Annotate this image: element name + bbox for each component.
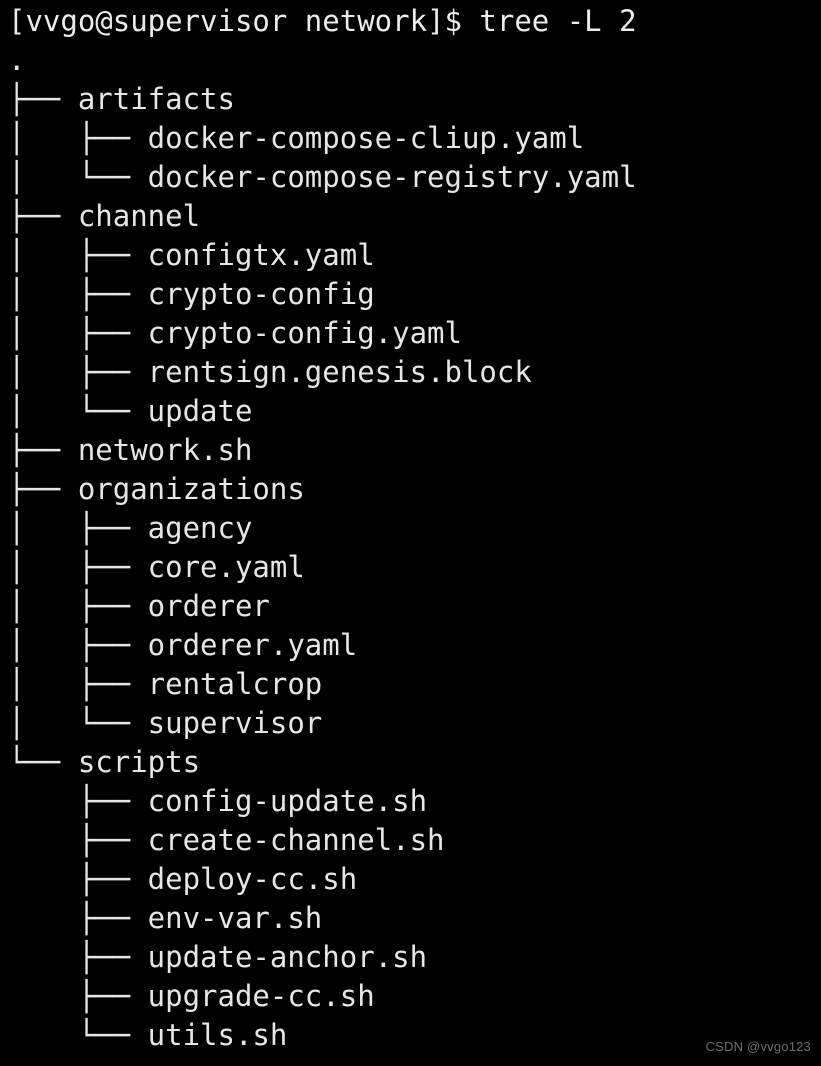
terminal-window[interactable]: [vvgo@supervisor network]$ tree -L 2 . ├… — [0, 0, 821, 1066]
tree-line: │ └── docker-compose-registry.yaml — [8, 160, 637, 194]
tree-line: │ ├── crypto-config.yaml — [8, 316, 462, 350]
tree-line: ├── deploy-cc.sh — [8, 862, 358, 896]
tree-line: ├── network.sh — [8, 433, 253, 467]
tree-line: │ └── supervisor — [8, 706, 323, 740]
tree-line: │ ├── core.yaml — [8, 550, 305, 584]
tree-line: │ ├── agency — [8, 511, 253, 545]
tree-line: ├── update-anchor.sh — [8, 940, 428, 974]
shell-prompt-line: [vvgo@supervisor network]$ tree -L 2 — [8, 4, 637, 38]
tree-line: │ ├── orderer — [8, 589, 270, 623]
tree-line: ├── channel — [8, 199, 201, 233]
tree-line: ├── config-update.sh — [8, 784, 428, 818]
tree-line: ├── organizations — [8, 472, 305, 506]
tree-line: │ ├── docker-compose-cliup.yaml — [8, 121, 585, 155]
tree-line: │ ├── rentsign.genesis.block — [8, 355, 532, 389]
tree-line: ├── artifacts — [8, 82, 235, 116]
tree-line: │ ├── configtx.yaml — [8, 238, 375, 272]
tree-line: │ ├── crypto-config — [8, 277, 375, 311]
tree-line: └── utils.sh — [8, 1018, 288, 1052]
tree-line: ├── upgrade-cc.sh — [8, 979, 375, 1013]
tree-line: │ ├── orderer.yaml — [8, 628, 358, 662]
csdn-watermark: CSDN @vvgo123 — [705, 1039, 811, 1054]
tree-output: ├── artifacts │ ├── docker-compose-cliup.… — [8, 80, 821, 1055]
tree-line: ├── env-var.sh — [8, 901, 323, 935]
tree-line: ├── create-channel.sh — [8, 823, 445, 857]
tree-line: └── scripts — [8, 745, 201, 779]
tree-line: │ └── update — [8, 394, 253, 428]
tree-root-line: . — [8, 43, 26, 77]
tree-line: │ ├── rentalcrop — [8, 667, 323, 701]
